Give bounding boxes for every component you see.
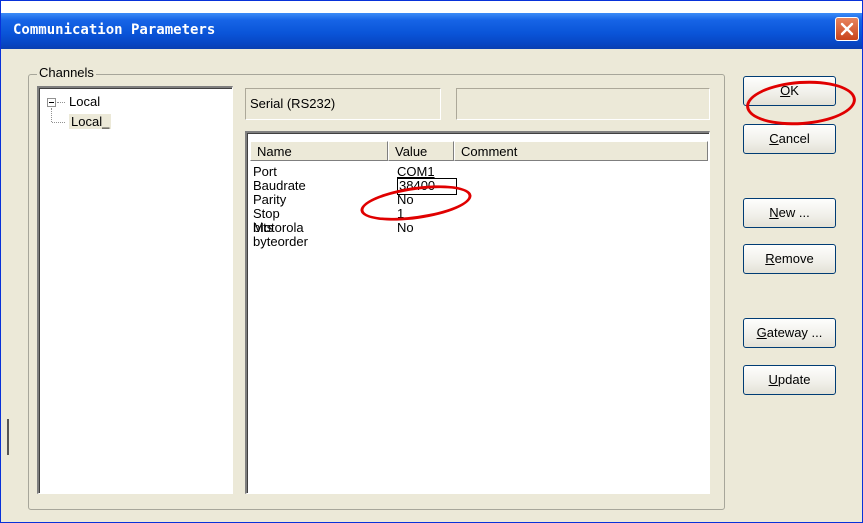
param-value[interactable]: COM1 [397,165,435,179]
param-value[interactable]: No [397,221,414,235]
column-header-value[interactable]: Value [388,141,454,161]
protocol-value: Serial (RS232) [250,96,336,111]
extra-field [456,88,710,120]
tree-connector [51,108,52,122]
channels-group-label: Channels [37,65,96,80]
param-name: Port [253,164,277,179]
mnemonic: O [780,83,791,98]
cancel-button[interactable]: Cancel [743,124,836,154]
button-label: emove [774,251,814,266]
tree-node-local[interactable]: Local [69,94,100,109]
button-label: ateway ... [766,325,823,340]
mnemonic: C [769,131,779,146]
button-label: K [790,83,799,98]
remove-button[interactable]: Remove [743,244,836,274]
mnemonic: G [756,325,767,340]
gateway-button[interactable]: Gateway ... [743,318,836,348]
ok-button[interactable]: OK [743,76,836,106]
mnemonic: U [768,372,778,387]
background-artifact [7,419,9,455]
button-label: ew ... [778,205,810,220]
mnemonic: R [765,251,775,266]
close-button[interactable] [835,17,859,41]
column-header-name[interactable]: Name [250,141,388,161]
button-label: pdate [777,372,811,387]
table-header: Name Value Comment [250,141,708,161]
channels-tree[interactable]: Local Local_ [37,86,233,494]
mnemonic: N [769,205,779,220]
tree-connector [52,122,65,123]
new-button[interactable]: New ... [743,198,836,228]
dialog-window: Communication Parameters Channels Local … [0,0,863,523]
param-name: Baudrate [253,178,306,193]
param-value[interactable]: 1 [397,207,404,221]
close-icon [840,22,854,36]
parameters-table[interactable]: Name Value Comment Port COM1 Baudrate 38… [245,131,710,494]
tree-connector [57,102,65,103]
window-title: Communication Parameters [13,22,216,38]
update-button[interactable]: Update [743,365,836,395]
button-label: ancel [778,131,810,146]
param-name: Parity [253,192,287,207]
tree-node-local-selected[interactable]: Local_ [69,114,112,129]
top-strip [1,1,862,13]
title-bar[interactable]: Communication Parameters [1,13,862,49]
column-header-comment[interactable]: Comment [454,141,708,161]
protocol-field: Serial (RS232) [245,88,441,120]
param-value[interactable]: No [397,193,414,207]
param-name: Motorola byteorder [253,220,308,249]
collapse-toggle-icon[interactable] [47,98,56,107]
